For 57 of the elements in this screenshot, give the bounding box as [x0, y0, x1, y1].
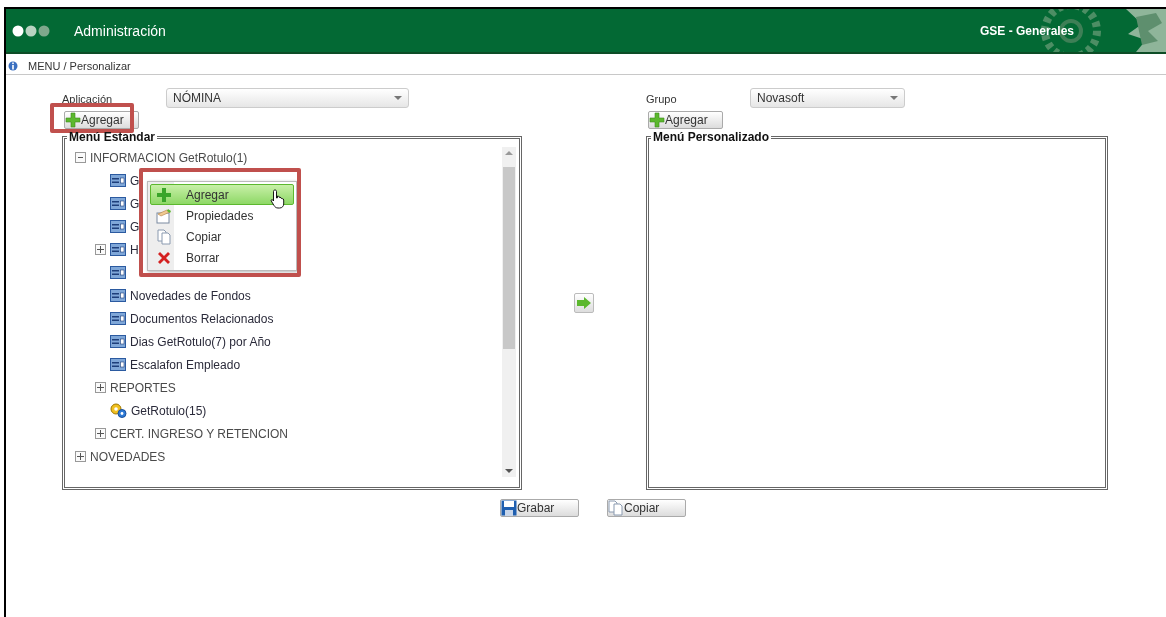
dropdown[interactable]: NÓMINA	[166, 88, 409, 108]
plus-icon	[156, 186, 172, 203]
expand-toggle[interactable]	[95, 428, 106, 439]
copy-icon	[608, 500, 624, 516]
form-icon	[110, 335, 126, 348]
panel-title: Menú Estandar	[68, 130, 156, 144]
form-icon	[110, 266, 126, 279]
dropdown[interactable]: Novasoft	[750, 88, 905, 108]
panel-title: Menú Personalizado	[652, 130, 771, 144]
tree-item[interactable]: Novedades de Fondos	[130, 288, 251, 303]
info-icon	[8, 60, 18, 71]
form-icon	[110, 358, 126, 371]
tree-item[interactable]: Escalafon Empleado	[130, 357, 241, 372]
delete-icon	[156, 249, 172, 266]
expand-toggle[interactable]	[95, 244, 106, 255]
collapse-toggle[interactable]	[75, 152, 86, 163]
plus-icon	[649, 111, 665, 128]
menu-item[interactable]: Agregar	[150, 184, 294, 205]
tree-item[interactable]: CERT. INGRESO Y RETENCION	[110, 426, 289, 441]
add-button[interactable]: Agregar	[648, 110, 723, 129]
window-title: Administración	[74, 22, 166, 39]
form-icon	[110, 289, 126, 302]
copy-icon	[156, 228, 172, 245]
menu-item[interactable]: Propiedades	[150, 205, 294, 226]
scrollbar[interactable]	[502, 147, 516, 477]
form-icon	[110, 220, 126, 233]
field-label: Grupo	[646, 92, 678, 105]
tree-item[interactable]: G	[130, 196, 140, 211]
tree-item[interactable]: GetRotulo(15)	[131, 403, 207, 418]
tree-item[interactable]: REPORTES	[110, 380, 176, 395]
expand-toggle[interactable]	[95, 382, 106, 393]
add-button[interactable]: Agregar	[64, 110, 139, 129]
copy-button[interactable]: Copiar	[607, 499, 686, 517]
form-icon	[110, 243, 126, 256]
save-icon	[501, 500, 517, 516]
gears-icon	[110, 403, 127, 418]
form-icon	[110, 312, 126, 325]
plus-icon	[65, 111, 81, 128]
module-title: GSE - Generales	[979, 23, 1074, 38]
menu-item[interactable]: Copiar	[150, 226, 294, 247]
tree-item[interactable]: G	[130, 173, 140, 188]
form-icon	[110, 197, 126, 210]
field-label: Aplicación	[62, 92, 114, 105]
form-icon	[110, 174, 126, 187]
tree-item[interactable]: NOVEDADES	[90, 449, 166, 464]
tree-item[interactable]: Dias GetRotulo(7) por Año	[130, 334, 271, 349]
expand-toggle[interactable]	[75, 451, 86, 462]
tree-item[interactable]: H	[130, 242, 139, 257]
form-edit-icon	[156, 207, 172, 224]
arrow-right-icon	[577, 297, 591, 309]
save-button[interactable]: Grabar	[500, 499, 579, 517]
hand-cursor-icon	[270, 189, 286, 209]
menu-item[interactable]: Borrar	[150, 247, 294, 268]
tree-item[interactable]: INFORMACION GetRotulo(1)	[90, 150, 248, 165]
tree-item[interactable]: G	[130, 219, 140, 234]
tree-item[interactable]: Documentos Relacionados	[130, 311, 274, 326]
breadcrumb: MENU / Personalizar	[28, 59, 131, 72]
